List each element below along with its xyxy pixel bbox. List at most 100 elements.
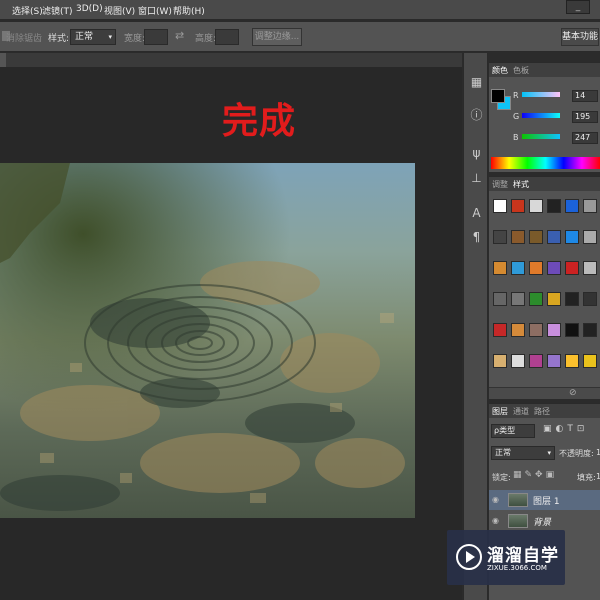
style-swatch[interactable]	[583, 261, 597, 275]
style-swatch[interactable]	[583, 230, 597, 244]
no-style-icon[interactable]: ⊘	[569, 388, 577, 398]
r-slider[interactable]	[522, 92, 560, 97]
filter-icons[interactable]: ▣◐T⊡	[543, 424, 588, 434]
watermark-name: 溜溜自学	[487, 546, 559, 566]
style-swatch[interactable]	[565, 354, 579, 368]
paragraph-icon[interactable]: ¶	[469, 230, 484, 245]
menu-window[interactable]: 窗口(W)	[138, 4, 172, 17]
workspace-button[interactable]: 基本功能	[561, 28, 599, 46]
document-tab-strip	[0, 53, 462, 67]
style-swatch[interactable]	[493, 292, 507, 306]
blend-mode-select[interactable]: 正常 ▾	[491, 446, 555, 460]
menu-bar: 选择(S) 滤镜(T) 3D(D) 视图(V) 窗口(W) 帮助(H) _	[0, 0, 600, 20]
style-swatch[interactable]	[511, 199, 525, 213]
minimize-icon[interactable]: _	[566, 0, 590, 14]
style-swatch[interactable]	[511, 261, 525, 275]
color-spectrum-bar[interactable]	[491, 157, 600, 169]
tab-adjustments[interactable]: 调整	[492, 179, 508, 190]
tab-layers[interactable]: 图层	[492, 406, 508, 417]
refine-edge-button[interactable]: 调整边缘...	[252, 28, 302, 46]
antialias-label: 消除锯齿	[6, 34, 43, 44]
tab-channels[interactable]: 通道	[513, 406, 529, 417]
b-slider[interactable]	[522, 134, 560, 139]
panel-dock-toolbar: ▦ ⓘ ψ ⊥ A ¶	[463, 53, 488, 600]
brush-icon[interactable]: ψ	[469, 146, 484, 161]
tab-paths[interactable]: 路径	[534, 406, 550, 417]
style-swatch[interactable]	[511, 323, 525, 337]
opacity-value[interactable]: 1	[596, 448, 600, 457]
background-color-swatch[interactable]	[491, 89, 505, 103]
layer-kind-filter[interactable]: ρ类型	[491, 424, 535, 438]
info-icon[interactable]: ⓘ	[469, 108, 484, 123]
play-logo-icon	[456, 544, 482, 570]
swap-icon[interactable]: ⇄	[175, 29, 184, 42]
character-icon[interactable]: A	[469, 206, 484, 221]
menu-help[interactable]: 帮助(H)	[173, 4, 205, 17]
color-panel-tabs: 颜色 色板	[489, 63, 600, 77]
lock-icons[interactable]: ▦✎✥▣	[513, 470, 557, 480]
styles-panel-tabs: 调整 样式	[489, 177, 600, 191]
width-input[interactable]	[144, 29, 168, 45]
width-label: 宽度:	[124, 34, 146, 44]
height-label: 高度:	[195, 34, 217, 44]
fill-value[interactable]: 1	[596, 472, 600, 481]
style-swatch[interactable]	[529, 199, 543, 213]
color-panel: 颜色 色板 R 14 G 195 B 247	[489, 62, 600, 172]
g-value[interactable]: 195	[572, 111, 598, 123]
style-swatch[interactable]	[493, 323, 507, 337]
menu-3d[interactable]: 3D(D)	[76, 4, 103, 14]
style-swatch[interactable]	[547, 292, 561, 306]
g-slider[interactable]	[522, 113, 560, 118]
style-swatch[interactable]	[565, 261, 579, 275]
opacity-label: 不透明度:	[559, 449, 594, 458]
style-swatch[interactable]	[529, 261, 543, 275]
menu-select[interactable]: 选择(S)	[12, 4, 43, 17]
style-swatch[interactable]	[493, 230, 507, 244]
style-swatch[interactable]	[565, 292, 579, 306]
tool-presets-icon[interactable]: ⊥	[469, 171, 484, 186]
style-swatch[interactable]	[493, 261, 507, 275]
style-swatch[interactable]	[547, 323, 561, 337]
r-value[interactable]: 14	[572, 90, 598, 102]
layer-row[interactable]: ◉ 图层 1	[489, 490, 600, 510]
blend-mode-value: 正常	[495, 448, 511, 457]
fill-label: 填充:	[577, 473, 596, 482]
document-tab[interactable]	[0, 53, 6, 67]
eye-icon[interactable]: ◉	[492, 495, 499, 504]
menu-view[interactable]: 视图(V)	[104, 4, 135, 17]
eye-icon[interactable]: ◉	[492, 516, 499, 525]
style-swatch[interactable]	[511, 292, 525, 306]
style-swatch[interactable]	[529, 354, 543, 368]
tab-color[interactable]: 颜色	[492, 65, 508, 76]
style-swatch[interactable]	[511, 230, 525, 244]
style-swatch[interactable]	[529, 230, 543, 244]
style-swatch[interactable]	[547, 354, 561, 368]
style-swatch[interactable]	[583, 292, 597, 306]
layer-row[interactable]: ◉ 背景	[489, 511, 600, 531]
style-swatch[interactable]	[529, 292, 543, 306]
canvas-image	[0, 163, 415, 518]
style-swatch[interactable]	[583, 199, 597, 213]
style-swatch[interactable]	[493, 354, 507, 368]
watermark-url: ZIXUE.3066.COM	[487, 564, 547, 572]
height-input[interactable]	[215, 29, 239, 45]
style-swatch[interactable]	[547, 261, 561, 275]
style-swatch[interactable]	[547, 230, 561, 244]
tab-styles[interactable]: 样式	[513, 179, 529, 190]
layer-thumbnail	[508, 493, 528, 507]
style-swatch[interactable]	[583, 354, 597, 368]
style-swatch[interactable]	[547, 199, 561, 213]
style-swatch[interactable]	[493, 199, 507, 213]
history-icon[interactable]: ▦	[469, 75, 484, 90]
menu-filter[interactable]: 滤镜(T)	[42, 4, 73, 17]
style-swatch[interactable]	[565, 230, 579, 244]
style-swatch[interactable]	[529, 323, 543, 337]
style-select[interactable]: 正常 ▾	[70, 29, 116, 45]
style-swatch[interactable]	[511, 354, 525, 368]
tab-swatches[interactable]: 色板	[513, 65, 529, 76]
style-swatch[interactable]	[565, 199, 579, 213]
style-swatch[interactable]	[583, 323, 597, 337]
style-swatch[interactable]	[565, 323, 579, 337]
b-value[interactable]: 247	[572, 132, 598, 144]
style-value: 正常	[75, 32, 94, 42]
